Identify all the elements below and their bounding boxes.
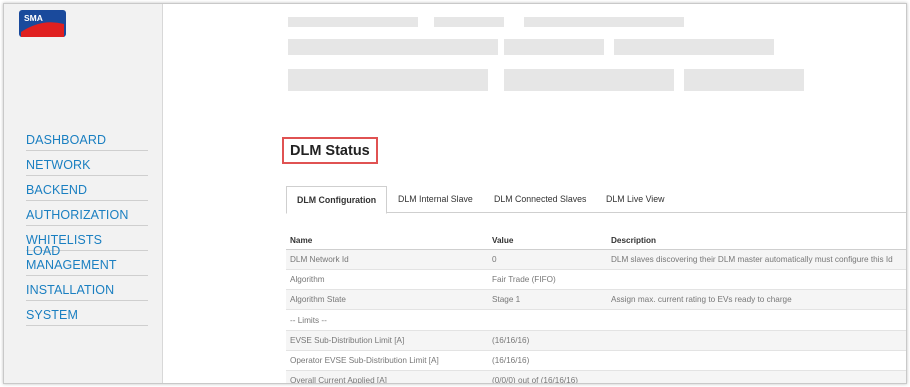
sidebar-item-system[interactable]: SYSTEM	[26, 301, 148, 326]
table-row: Operator EVSE Sub-Distribution Limit [A]…	[286, 350, 906, 372]
table-row: Overall Current Applied [A] (0/0/0) out …	[286, 370, 906, 383]
cell-name: DLM Network Id	[286, 249, 488, 270]
cell-description	[607, 269, 906, 291]
tab-bar: DLM Configuration DLM Internal Slave DLM…	[286, 186, 906, 214]
cell-value: Fair Trade (FIFO)	[488, 269, 607, 291]
sma-logo: SMA	[19, 10, 66, 37]
table-row: -- Limits --	[286, 309, 906, 331]
cell-value: Stage 1	[488, 289, 607, 311]
cell-name: Overall Current Applied [A]	[286, 370, 488, 383]
cell-name: -- Limits --	[286, 309, 488, 331]
table-row: Algorithm State Stage 1 Assign max. curr…	[286, 289, 906, 311]
table-row: EVSE Sub-Distribution Limit [A] (16/16/1…	[286, 330, 906, 351]
table-row: Algorithm Fair Trade (FIFO)	[286, 269, 906, 291]
sidebar-item-network[interactable]: NETWORK	[26, 151, 148, 176]
sidebar-item-authorization[interactable]: AUTHORIZATION	[26, 201, 148, 226]
page-title: DLM Status	[290, 143, 370, 159]
sidebar-item-load-management[interactable]: LOAD MANAGEMENT	[26, 244, 148, 276]
sidebar-item-label[interactable]: SYSTEM	[26, 308, 78, 322]
tab-dlm-live-view[interactable]: DLM Live View	[596, 186, 675, 213]
sidebar-item-label[interactable]: DASHBOARD	[26, 133, 106, 147]
tab-dlm-connected-slaves[interactable]: DLM Connected Slaves	[484, 186, 596, 213]
tab-dlm-configuration[interactable]: DLM Configuration	[286, 186, 388, 214]
sidebar-item-label[interactable]: NETWORK	[26, 158, 91, 172]
column-header-name: Name	[286, 232, 488, 250]
cell-value: (16/16/16)	[488, 330, 607, 351]
sidebar-item-label[interactable]: INSTALLATION	[26, 283, 114, 297]
cell-value: (0/0/0) out of (16/16/16)	[488, 370, 607, 383]
table-header-row: Name Value Description	[286, 232, 906, 250]
tab-dlm-internal-slave[interactable]: DLM Internal Slave	[388, 186, 483, 213]
dlm-config-table: Name Value Description DLM Network Id 0 …	[286, 232, 906, 383]
sidebar-item-installation[interactable]: INSTALLATION	[26, 276, 148, 301]
sidebar-item-label[interactable]: AUTHORIZATION	[26, 208, 128, 222]
page-title-highlight: DLM Status	[282, 137, 378, 164]
cell-description	[607, 370, 906, 383]
cell-description: DLM slaves discovering their DLM master …	[607, 249, 906, 270]
table-row: DLM Network Id 0 DLM slaves discovering …	[286, 249, 906, 270]
svg-text:SMA: SMA	[24, 13, 43, 23]
sidebar-nav: DASHBOARD NETWORK BACKEND AUTHORIZATION …	[26, 126, 148, 326]
cell-description	[607, 330, 906, 351]
cell-value	[488, 309, 607, 331]
cell-description	[607, 350, 906, 372]
main-content: DLM Status DLM Configuration DLM Interna…	[164, 4, 906, 383]
column-header-value: Value	[488, 232, 607, 250]
cell-value: (16/16/16)	[488, 350, 607, 372]
sidebar: SMA DASHBOARD NETWORK BACKEND AUTHORIZAT…	[4, 4, 163, 383]
cell-description: Assign max. current rating to EVs ready …	[607, 289, 906, 311]
column-header-description: Description	[607, 232, 906, 250]
cell-name: Algorithm State	[286, 289, 488, 311]
cell-name: Algorithm	[286, 269, 488, 291]
cell-name: EVSE Sub-Distribution Limit [A]	[286, 330, 488, 351]
cell-value: 0	[488, 249, 607, 270]
cell-name: Operator EVSE Sub-Distribution Limit [A]	[286, 350, 488, 372]
sidebar-item-label[interactable]: LOAD MANAGEMENT	[26, 244, 148, 272]
app-window: SMA DASHBOARD NETWORK BACKEND AUTHORIZAT…	[3, 3, 907, 384]
sidebar-item-backend[interactable]: BACKEND	[26, 176, 148, 201]
sidebar-item-label[interactable]: BACKEND	[26, 183, 87, 197]
sidebar-item-dashboard[interactable]: DASHBOARD	[26, 126, 148, 151]
cell-description	[607, 309, 906, 331]
